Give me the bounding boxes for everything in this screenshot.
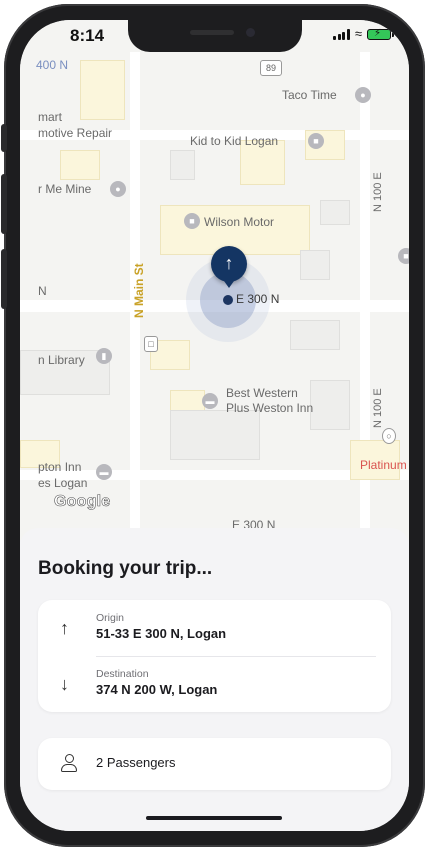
map-building [300, 250, 330, 280]
hotel-icon: ▬ [96, 464, 112, 480]
map-label-library: n Library [38, 353, 85, 367]
street-label-n-main-st: N Main St [132, 263, 146, 318]
map-building [320, 200, 350, 225]
shopping-icon: ■ [308, 133, 324, 149]
map-label: motive Repair [38, 126, 113, 140]
origin-row[interactable]: ↑ Origin 51-33 E 300 N, Logan [38, 600, 391, 656]
screen: 8:14 ≈ ⚡ 400 N 89 Taco Time ● mart motiv… [20, 20, 409, 831]
map-label: N 100 E [372, 172, 384, 212]
trip-card: ↑ Origin 51-33 E 300 N, Logan ↓ Destinat… [38, 600, 391, 712]
map-label-best-western: Plus Weston Inn [226, 401, 314, 415]
map-label-hampton: pton Inn [38, 460, 82, 474]
route-shield: 89 [260, 60, 282, 76]
restaurant-icon: ● [355, 87, 371, 103]
map-label: mart [38, 110, 62, 124]
map-label: 400 N [36, 58, 69, 72]
map-building [290, 320, 340, 350]
map-view[interactable]: 400 N 89 Taco Time ● mart motive Repair … [20, 20, 409, 540]
map-block [80, 60, 125, 120]
map-building [310, 380, 350, 430]
google-logo: Google [54, 493, 111, 511]
map-label: r Me Mine [38, 182, 92, 196]
map-marker: □ [144, 336, 158, 352]
map-label-taco-time: Taco Time [282, 88, 337, 102]
shopping-icon: ● [110, 181, 126, 197]
shopping-icon: ■ [184, 213, 200, 229]
map-block [60, 150, 100, 180]
map-label: N [38, 284, 47, 298]
status-icons: ≈ ⚡ [333, 26, 394, 41]
speaker [190, 30, 234, 35]
map-label: N 100 E [372, 388, 384, 428]
silent-switch [1, 124, 7, 152]
passengers-count: 2 Passengers [96, 755, 176, 770]
map-label-platinum: Platinum I [360, 458, 409, 472]
booking-sheet: Booking your trip... ↑ Origin 51-33 E 30… [20, 528, 409, 831]
destination-row[interactable]: ↓ Destination 374 N 200 W, Logan [38, 656, 391, 712]
map-marker: ○ [382, 428, 396, 444]
map-label-hampton: es Logan [38, 476, 88, 490]
current-location-label: E 300 N [236, 292, 280, 306]
camera [246, 28, 255, 37]
sheet-title: Booking your trip... [38, 558, 213, 579]
volume-down-button [1, 249, 7, 309]
battery-charging-icon: ⚡ [367, 28, 394, 40]
map-label-wilson-motor: Wilson Motor [204, 215, 275, 229]
destination-value: 374 N 200 W, Logan [96, 682, 218, 697]
passengers-row[interactable]: 2 Passengers [38, 738, 391, 790]
map-label-kid-to-kid: Kid to Kid Logan [190, 134, 279, 148]
signal-icon [333, 28, 350, 40]
person-icon [60, 753, 78, 773]
origin-value: 51-33 E 300 N, Logan [96, 626, 227, 641]
wifi-icon: ≈ [354, 26, 362, 41]
hotel-icon: ▬ [202, 393, 218, 409]
map-label-best-western: Best Western [226, 386, 298, 400]
current-location-dot [223, 295, 233, 305]
map-building [170, 410, 260, 460]
origin-label: Origin [96, 612, 125, 624]
arrow-up-icon: ↑ [60, 618, 69, 638]
home-indicator[interactable] [146, 816, 282, 820]
notch [128, 20, 302, 52]
arrow-down-icon: ↓ [60, 674, 69, 694]
status-time: 8:14 [70, 26, 105, 45]
phone-frame: 8:14 ≈ ⚡ 400 N 89 Taco Time ● mart motiv… [1, 4, 425, 847]
location-pin-arrow-up-icon[interactable]: ↑ [211, 246, 247, 288]
destination-label: Destination [96, 668, 149, 680]
shopping-icon: ■ [398, 248, 409, 264]
library-icon: ▮ [96, 348, 112, 364]
map-building [170, 150, 195, 180]
volume-up-button [1, 174, 7, 234]
